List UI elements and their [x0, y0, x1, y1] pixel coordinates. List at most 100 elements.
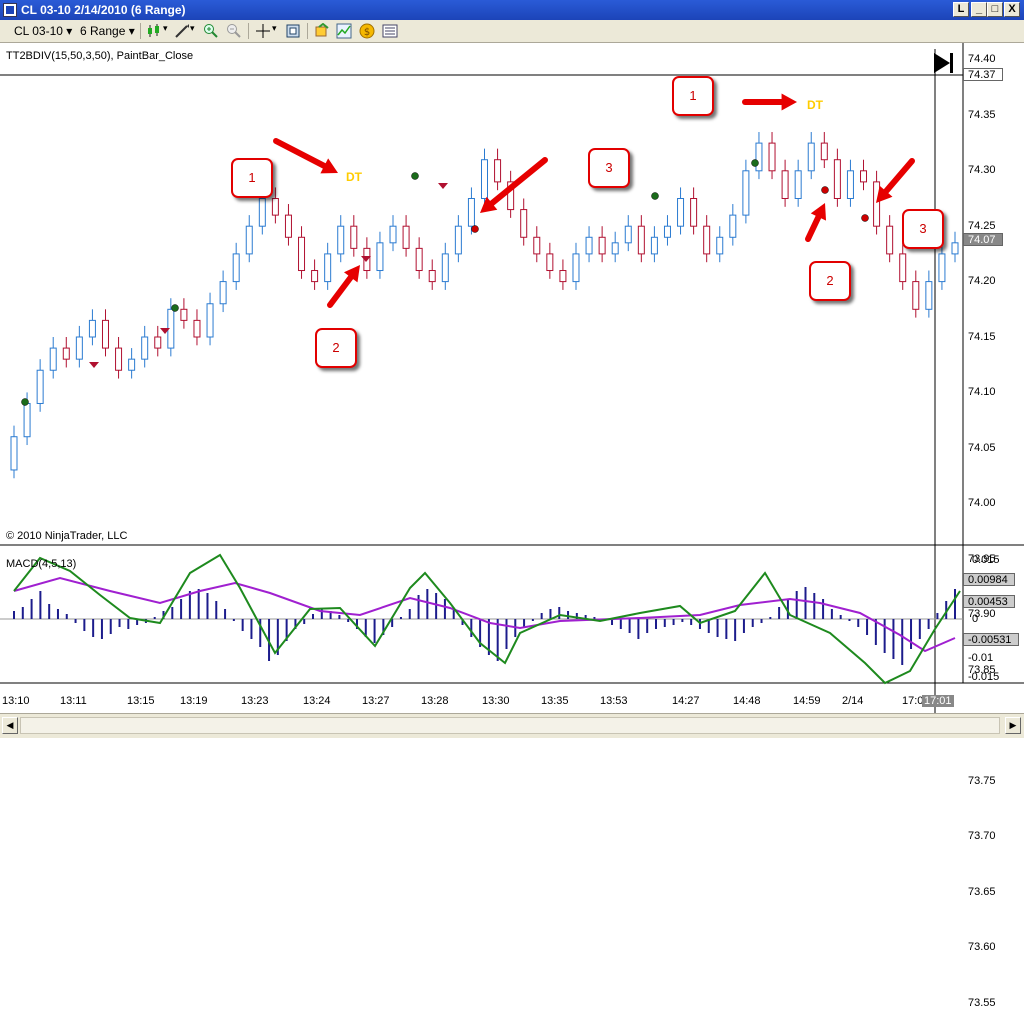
candle-body: [572, 253, 580, 283]
candle-body: [350, 225, 358, 249]
candle-body: [415, 247, 423, 272]
time-axis-label: 13:35: [541, 695, 569, 707]
candle-body: [703, 225, 711, 255]
candle-body: [467, 198, 475, 227]
chart-area[interactable]: TT2BDIV(15,50,3,50), PaintBar_Close © 20…: [0, 43, 1024, 1009]
candle-body: [101, 319, 109, 349]
price-axis-label: 74.15: [968, 330, 996, 343]
drawing-pencil-icon[interactable]: [174, 23, 190, 39]
candle-body: [637, 225, 645, 255]
signal-dot: [751, 159, 759, 167]
macd-tag-2: 0.00453: [963, 595, 1015, 608]
price-axis-label: 73.75: [968, 774, 996, 787]
chevron-down-icon[interactable]: ▾: [190, 23, 195, 34]
candle-body: [481, 159, 488, 199]
chevron-down-icon[interactable]: ▾: [272, 23, 277, 34]
candle-body: [193, 319, 201, 338]
price-axis-label: 73.65: [968, 885, 996, 898]
time-axis-label: 17:01: [922, 695, 954, 707]
horizontal-scrollbar[interactable]: ◀ ▶: [0, 713, 1024, 738]
link-button[interactable]: L: [953, 2, 969, 17]
indicators-icon[interactable]: [336, 23, 352, 39]
candle-body: [376, 242, 384, 272]
instrument-selector[interactable]: CL 03-10 ▾: [14, 24, 72, 38]
sell-triangle: [89, 362, 99, 368]
data-box-icon[interactable]: [285, 23, 301, 39]
chart-toolbar: CL 03-10 ▾ 6 Range ▾ ▾ ▾ ▾ $: [0, 20, 1024, 43]
marker-1-right: 1: [672, 76, 714, 116]
candle-body: [284, 214, 292, 238]
macd-axis-label: -0.015: [968, 671, 1000, 683]
time-axis-label: 14:48: [733, 695, 761, 707]
scroll-left-arrow-icon[interactable]: ◀: [2, 717, 18, 734]
candle-body: [716, 236, 724, 255]
maximize-button[interactable]: □: [987, 2, 1003, 17]
window-titlebar: CL 03-10 2/14/2010 (6 Range) L _ □ X: [0, 0, 1024, 20]
candle-body: [75, 336, 83, 360]
strategies-icon[interactable]: [314, 22, 330, 39]
time-axis-label: 13:15: [127, 695, 155, 707]
scroll-to-end-icon[interactable]: [934, 53, 953, 73]
candle-body: [298, 236, 306, 272]
price-axis-label: 74.00: [968, 497, 996, 509]
candle-body: [559, 270, 567, 283]
candle-body: [873, 181, 881, 227]
annotation-arrow-shaft: [327, 270, 357, 308]
candlestick-style-icon[interactable]: [146, 23, 162, 39]
price-bars: [10, 132, 959, 479]
candle-body: [520, 209, 528, 238]
candle-body: [428, 270, 436, 283]
candle-body: [219, 281, 227, 305]
macd-axis-label: 0.015: [972, 554, 1000, 566]
marker-3-right: 3: [902, 209, 944, 249]
signal-dot: [21, 398, 29, 406]
price-axis-label: 73.60: [968, 941, 996, 953]
zoom-in-icon[interactable]: [203, 23, 219, 39]
interval-selector[interactable]: 6 Range ▾: [80, 24, 135, 38]
marker-1-left: 1: [231, 158, 273, 198]
chevron-down-icon: ▾: [128, 24, 135, 38]
macd-tag-1: 0.00984: [963, 573, 1015, 586]
chevron-down-icon[interactable]: ▾: [163, 23, 168, 34]
zoom-out-icon[interactable]: [226, 23, 242, 39]
chart-canvas[interactable]: [0, 43, 1024, 713]
signal-dot: [651, 192, 659, 200]
price-axis-label: 74.20: [968, 275, 996, 287]
minimize-button[interactable]: _: [971, 2, 987, 17]
candle-body: [951, 242, 959, 255]
scroll-thumb[interactable]: [20, 717, 1000, 734]
price-axis-label: 74.30: [968, 164, 996, 176]
signal-dot: [471, 225, 479, 233]
candle-body: [180, 308, 188, 321]
candle-body: [154, 336, 162, 349]
candle-body: [768, 142, 776, 172]
candle-body: [258, 198, 266, 227]
candle-body: [324, 253, 332, 283]
macd-tag-3: -0.00531: [963, 633, 1019, 646]
candle-body: [860, 170, 868, 183]
candle-body: [624, 225, 632, 244]
candle-body: [271, 198, 279, 216]
annotation-arrow-head: [781, 93, 797, 111]
candle-body: [585, 236, 593, 255]
price-axis-label: 74.05: [968, 441, 996, 454]
scroll-right-arrow-icon[interactable]: ▶: [1005, 717, 1021, 734]
close-button[interactable]: X: [1004, 2, 1020, 17]
marker-2-left: 2: [315, 328, 357, 368]
candle-body: [245, 225, 253, 255]
candle-body: [454, 225, 462, 255]
candle-body: [311, 270, 319, 283]
candle-body: [833, 159, 841, 199]
candle-body: [925, 281, 933, 310]
candle-body: [128, 358, 136, 371]
price-axis-label: 74.25: [968, 219, 996, 232]
svg-text:$: $: [364, 27, 370, 38]
candle-body: [10, 436, 18, 471]
performance-coin-icon[interactable]: $: [359, 23, 375, 39]
candle-body: [36, 369, 44, 404]
crosshair-icon[interactable]: [255, 23, 271, 39]
candle-body: [794, 170, 802, 200]
candle-body: [781, 170, 789, 200]
properties-list-icon[interactable]: [382, 23, 398, 39]
indicator-label: TT2BDIV(15,50,3,50), PaintBar_Close: [6, 50, 194, 62]
